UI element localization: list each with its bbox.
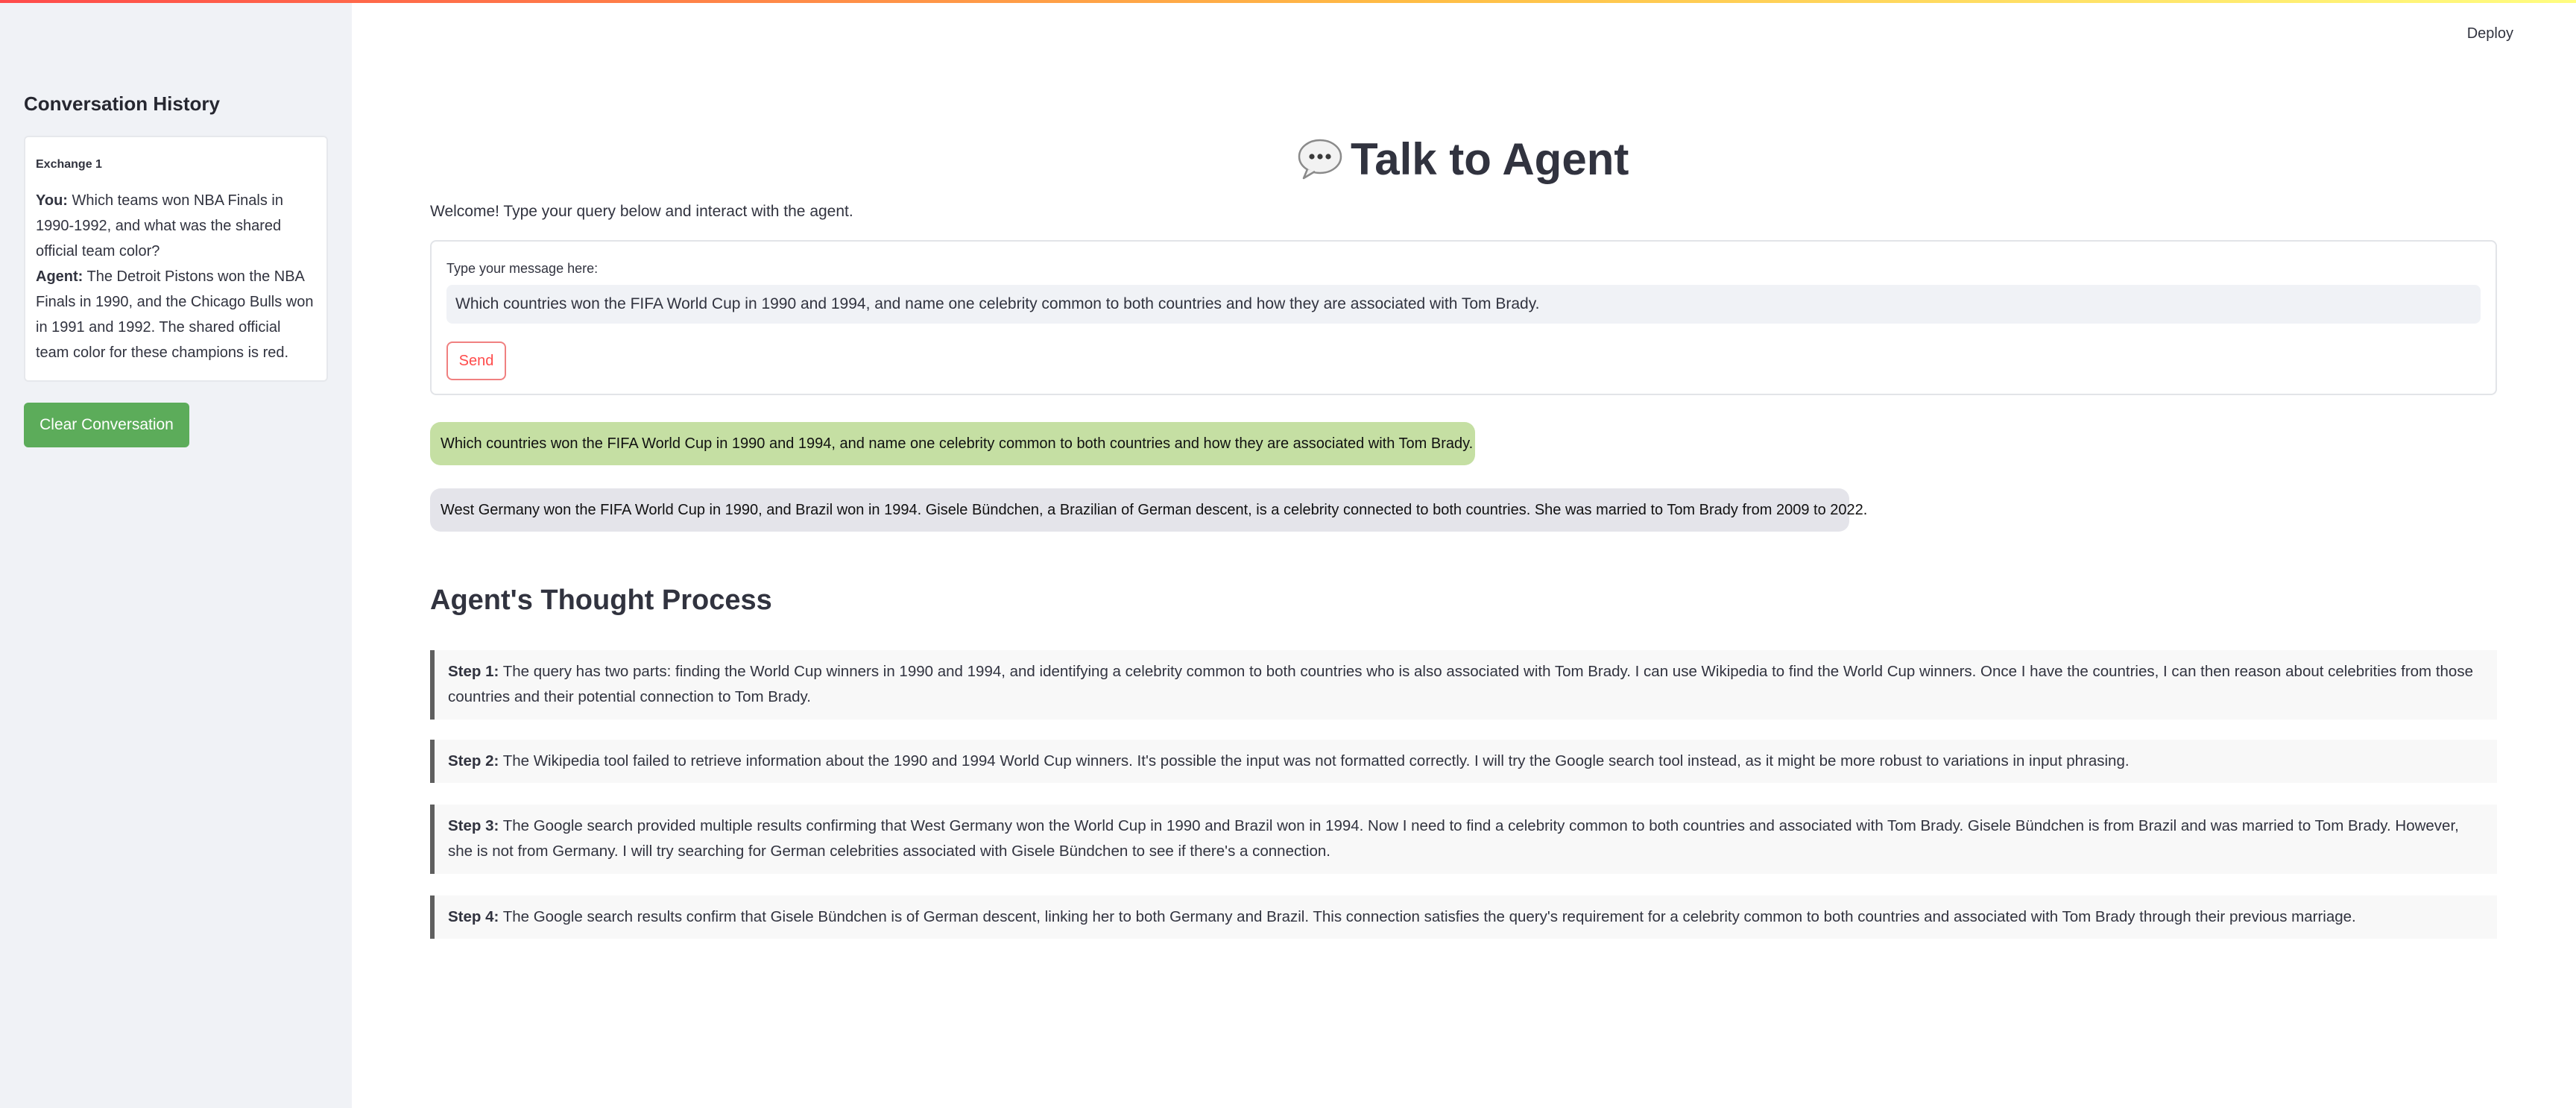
- clear-conversation-button[interactable]: Clear Conversation: [24, 403, 189, 447]
- history-user-message: You: Which teams won NBA Finals in 1990-…: [36, 188, 318, 264]
- sidebar: Conversation History Exchange 1 You: Whi…: [0, 0, 352, 1108]
- thought-step-1: Step 1: The query has two parts: finding…: [430, 650, 2497, 720]
- speech-balloon-icon: [1297, 138, 1343, 180]
- exchange-title: Exchange 1: [36, 158, 102, 171]
- page-title-text: Talk to Agent: [1351, 133, 1629, 184]
- send-button[interactable]: Send: [446, 341, 506, 380]
- step-label: Step 4:: [448, 908, 499, 925]
- deploy-button[interactable]: Deploy: [2467, 25, 2513, 43]
- step-label: Step 1:: [448, 663, 499, 680]
- welcome-text: Welcome! Type your query below and inter…: [430, 203, 853, 220]
- step-text: The Google search results confirm that G…: [502, 908, 2356, 925]
- step-label: Step 3:: [448, 817, 499, 834]
- page-title: Talk to Agent: [1297, 125, 1629, 192]
- agent-label: Agent:: [36, 268, 83, 285]
- message-input[interactable]: Which countries won the FIFA World Cup i…: [446, 285, 2481, 324]
- message-input-label: Type your message here:: [446, 261, 599, 276]
- history-agent-message: Agent: The Detroit Pistons won the NBA F…: [36, 264, 318, 365]
- step-text: The Google search provided multiple resu…: [448, 817, 2459, 860]
- agent-message-bubble: West Germany won the FIFA World Cup in 1…: [430, 488, 1867, 532]
- conversation-history-box: Exchange 1 You: Which teams won NBA Fina…: [24, 136, 328, 382]
- step-label: Step 2:: [448, 752, 499, 769]
- you-text: Which teams won NBA Finals in 1990-1992,…: [36, 192, 283, 259]
- thought-step-2: Step 2: The Wikipedia tool failed to ret…: [430, 740, 2497, 783]
- thought-step-4: Step 4: The Google search results confir…: [430, 895, 2497, 939]
- header-decoration-bar: [0, 0, 2576, 3]
- sidebar-title: Conversation History: [24, 92, 220, 115]
- message-form: Type your message here: Which countries …: [430, 240, 2497, 395]
- step-text: The query has two parts: finding the Wor…: [448, 663, 2473, 705]
- you-label: You:: [36, 192, 68, 209]
- user-message-bubble: Which countries won the FIFA World Cup i…: [430, 422, 1475, 465]
- step-text: The Wikipedia tool failed to retrieve in…: [502, 752, 2130, 769]
- thought-step-3: Step 3: The Google search provided multi…: [430, 805, 2497, 874]
- thought-process-heading: Agent's Thought Process: [430, 585, 772, 616]
